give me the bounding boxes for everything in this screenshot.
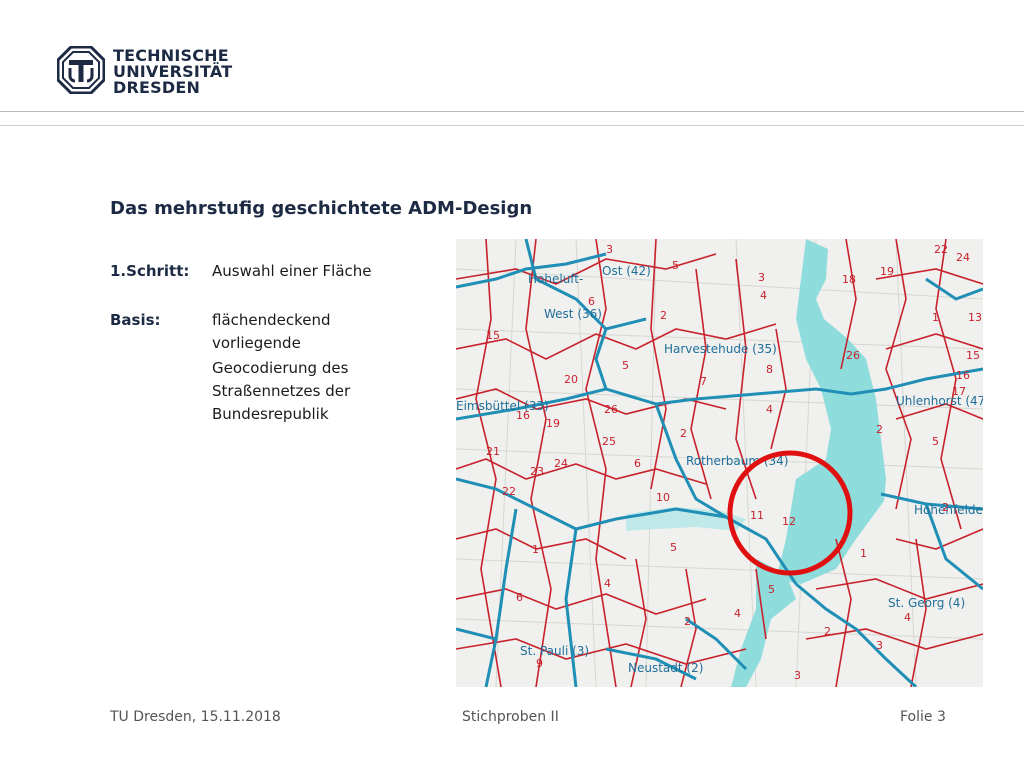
block-number: 1 bbox=[860, 547, 867, 560]
district-label: Eimsbüttel (33) bbox=[456, 399, 549, 413]
footer-date: TU Dresden, 15.11.2018 bbox=[110, 709, 281, 725]
district-label: St. Pauli (3) bbox=[520, 644, 589, 658]
block-number: 24 bbox=[554, 457, 568, 470]
block-number: 4 bbox=[766, 403, 773, 416]
block-number: 23 bbox=[530, 465, 544, 478]
block-number: 21 bbox=[486, 445, 500, 458]
map-image: Hoheluft- Ost (42) West (36) Harvestehud… bbox=[456, 239, 983, 687]
district-label: West (36) bbox=[544, 307, 602, 321]
logo-line-3: DRESDEN bbox=[113, 78, 201, 97]
block-number: 9 bbox=[536, 657, 543, 670]
block-number: 6 bbox=[516, 591, 523, 604]
block-number: 22 bbox=[502, 485, 516, 498]
district-label: Uhlenhorst (47) bbox=[896, 394, 983, 408]
block-number: 15 bbox=[966, 349, 980, 362]
block-number: 2 bbox=[660, 309, 667, 322]
block-number: 2 bbox=[824, 625, 831, 638]
block-number: 10 bbox=[656, 491, 670, 504]
hamburg-district-map: Hoheluft- Ost (42) West (36) Harvestehud… bbox=[456, 239, 983, 687]
block-number: 22 bbox=[934, 243, 948, 256]
district-label: Neustadt (2) bbox=[628, 661, 703, 675]
block-number: 16 bbox=[956, 369, 970, 382]
block-number: 2 bbox=[684, 615, 691, 628]
logo-wordmark: TECHNISCHE UNIVERSITÄT DRESDEN bbox=[113, 48, 232, 96]
district-label: Harvestehude (35) bbox=[664, 342, 777, 356]
block-number: 4 bbox=[734, 607, 741, 620]
block-number: 4 bbox=[904, 611, 911, 624]
block-number: 2 bbox=[876, 423, 883, 436]
block-number: 18 bbox=[842, 273, 856, 286]
tu-dresden-emblem-icon bbox=[57, 46, 105, 94]
block-number: 3 bbox=[794, 669, 801, 682]
block-number: 2 bbox=[680, 427, 687, 440]
block-number: 16 bbox=[516, 409, 530, 422]
block-number: 3 bbox=[876, 639, 883, 652]
district-label: St. Georg (4) bbox=[888, 596, 965, 610]
block-number: 1 bbox=[932, 311, 939, 324]
block-number: 26 bbox=[604, 403, 618, 416]
footer-title: Stichproben II bbox=[462, 709, 559, 725]
block-number: 8 bbox=[766, 363, 773, 376]
block-number: 5 bbox=[932, 435, 939, 448]
block-number: 12 bbox=[782, 515, 796, 528]
basis-value-1: flächendeckend vorliegende bbox=[212, 311, 331, 352]
block-number: 11 bbox=[750, 509, 764, 522]
basis-label: Basis: bbox=[110, 311, 161, 329]
district-label: Ost (42) bbox=[602, 264, 651, 278]
step-label: 1.Schritt: bbox=[110, 262, 190, 280]
block-number: 17 bbox=[952, 385, 966, 398]
block-number: 19 bbox=[880, 265, 894, 278]
block-number: 24 bbox=[956, 251, 970, 264]
header-divider-bottom bbox=[0, 125, 1024, 126]
block-number: 2 bbox=[942, 501, 949, 514]
block-number: 5 bbox=[670, 541, 677, 554]
tu-dresden-logo: TECHNISCHE UNIVERSITÄT DRESDEN bbox=[57, 46, 232, 100]
block-number: 7 bbox=[700, 375, 707, 388]
block-number: 25 bbox=[602, 435, 616, 448]
step-value: Auswahl einer Fläche bbox=[212, 262, 372, 280]
block-number: 19 bbox=[546, 417, 560, 430]
block-number: 6 bbox=[634, 457, 641, 470]
block-number: 15 bbox=[486, 329, 500, 342]
district-label: Hoheluft- bbox=[528, 272, 583, 286]
block-number: 6 bbox=[588, 295, 595, 308]
header-divider-top bbox=[0, 111, 1024, 112]
block-number: 4 bbox=[604, 577, 611, 590]
basis-value-2: Geocodierung des Straßennetzes der Bunde… bbox=[212, 359, 351, 423]
block-number: 13 bbox=[968, 311, 982, 324]
slide-title: Das mehrstufig geschichtete ADM-Design bbox=[110, 198, 533, 219]
block-number: 26 bbox=[846, 349, 860, 362]
block-number: 20 bbox=[564, 373, 578, 386]
block-number: 4 bbox=[760, 289, 767, 302]
block-number: 3 bbox=[758, 271, 765, 284]
block-number: 5 bbox=[622, 359, 629, 372]
block-number: 5 bbox=[672, 259, 679, 272]
block-number: 5 bbox=[768, 583, 775, 596]
block-number: 1 bbox=[532, 543, 539, 556]
block-number: 3 bbox=[606, 243, 613, 256]
footer-slide-number: Folie 3 bbox=[900, 709, 946, 725]
